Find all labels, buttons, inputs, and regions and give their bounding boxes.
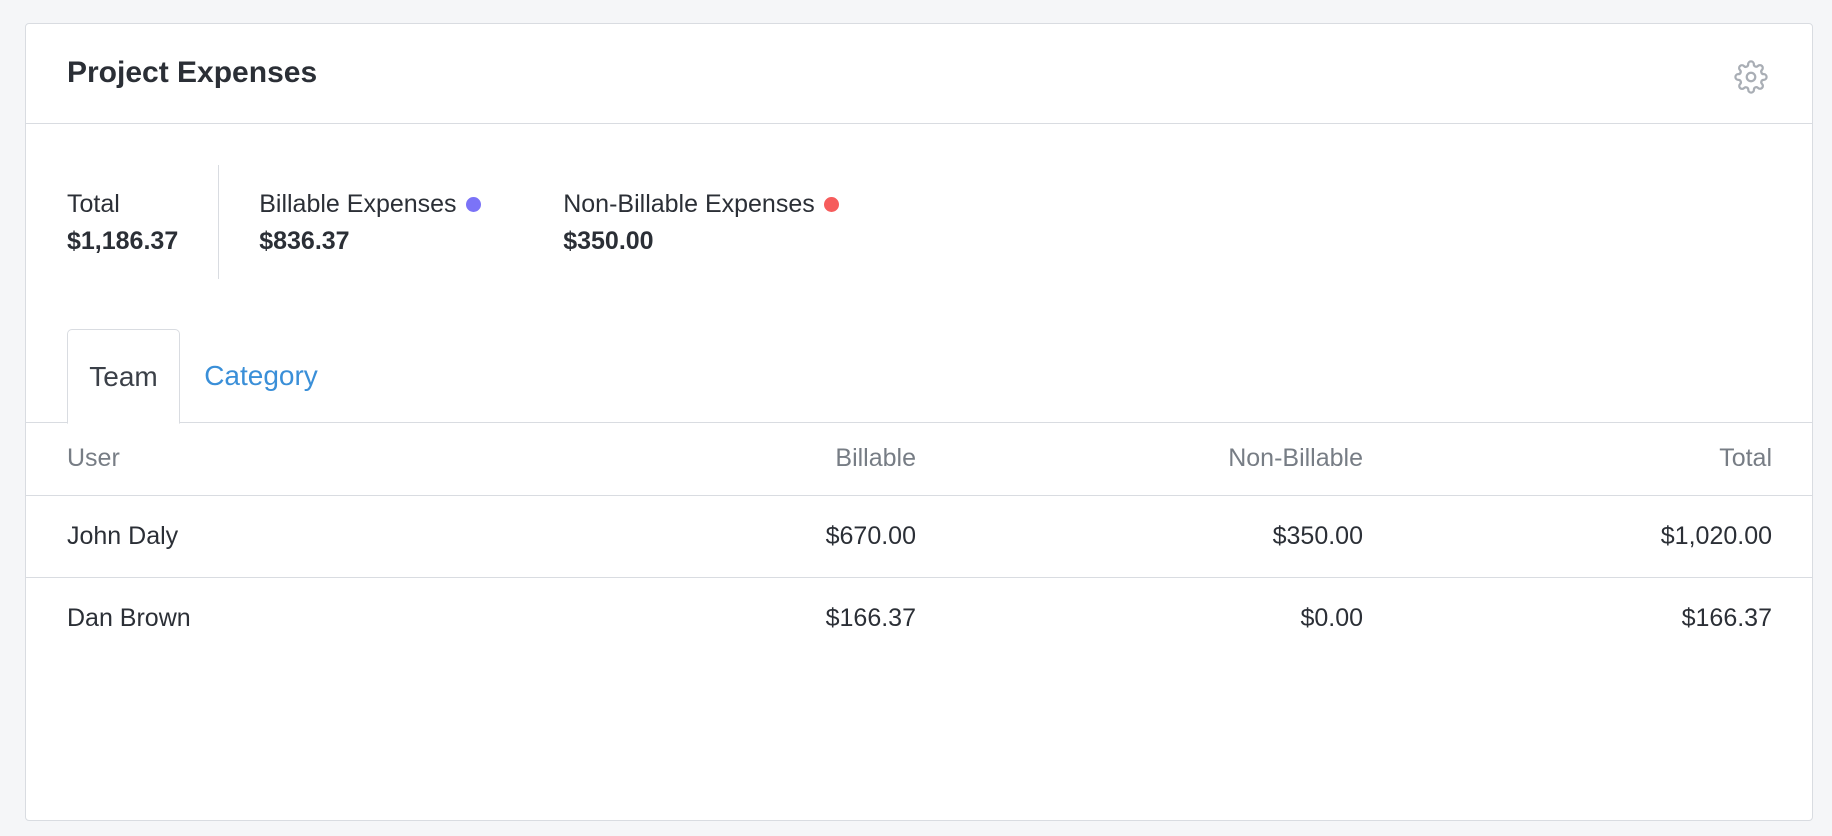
table-header-row: User Billable Non-Billable Total (26, 423, 1812, 496)
tab-category[interactable]: Category (192, 329, 330, 423)
card-title: Project Expenses (67, 56, 318, 89)
nonbillable-legend-dot (823, 197, 839, 212)
total-label: Total (67, 189, 120, 218)
stat-nonbillable: Non-Billable Expenses $350.00 (563, 165, 839, 279)
billable-label-row: Billable Expenses (259, 189, 563, 219)
tab-bar: Team Category (26, 329, 1812, 424)
cell-non-billable: $350.00 (916, 495, 1363, 578)
table-row: Dan Brown $166.37 $0.00 $166.37 (26, 577, 1812, 659)
column-header-total[interactable]: Total (1363, 423, 1812, 496)
expenses-table: User Billable Non-Billable Total John Da… (26, 423, 1812, 659)
tab-team[interactable]: Team (67, 329, 180, 424)
column-header-billable[interactable]: Billable (499, 423, 916, 496)
stat-billable: Billable Expenses $836.37 (219, 165, 563, 279)
project-expenses-card: Project Expenses Total $1,186.37 Billabl… (25, 23, 1813, 821)
cell-total: $1,020.00 (1363, 495, 1812, 578)
cell-billable: $166.37 (825, 603, 916, 632)
column-header-user[interactable]: User (26, 423, 499, 496)
stat-total: Total $1,186.37 (67, 165, 220, 279)
total-value: $1,186.37 (67, 226, 179, 255)
cell-user: Dan Brown (67, 603, 191, 632)
billable-label: Billable Expenses (259, 189, 457, 218)
billable-legend-dot (465, 197, 481, 212)
billable-value: $836.37 (259, 226, 350, 255)
nonbillable-label-row: Non-Billable Expenses (563, 189, 839, 219)
cell-total: $166.37 (1681, 603, 1772, 632)
cell-user: John Daly (26, 495, 499, 578)
nonbillable-label: Non-Billable Expenses (563, 189, 815, 218)
column-header-non-billable[interactable]: Non-Billable (916, 423, 1363, 496)
expense-summary: Total $1,186.37 Billable Expenses $836.3… (67, 165, 839, 279)
gear-icon[interactable] (1734, 60, 1768, 94)
nonbillable-value: $350.00 (563, 226, 654, 255)
card-header: Project Expenses (26, 24, 1812, 124)
cell-billable: $670.00 (499, 495, 916, 578)
cell-non-billable: $0.00 (1300, 603, 1363, 632)
table-row: John Daly $670.00 $350.00 $1,020.00 (26, 495, 1812, 578)
